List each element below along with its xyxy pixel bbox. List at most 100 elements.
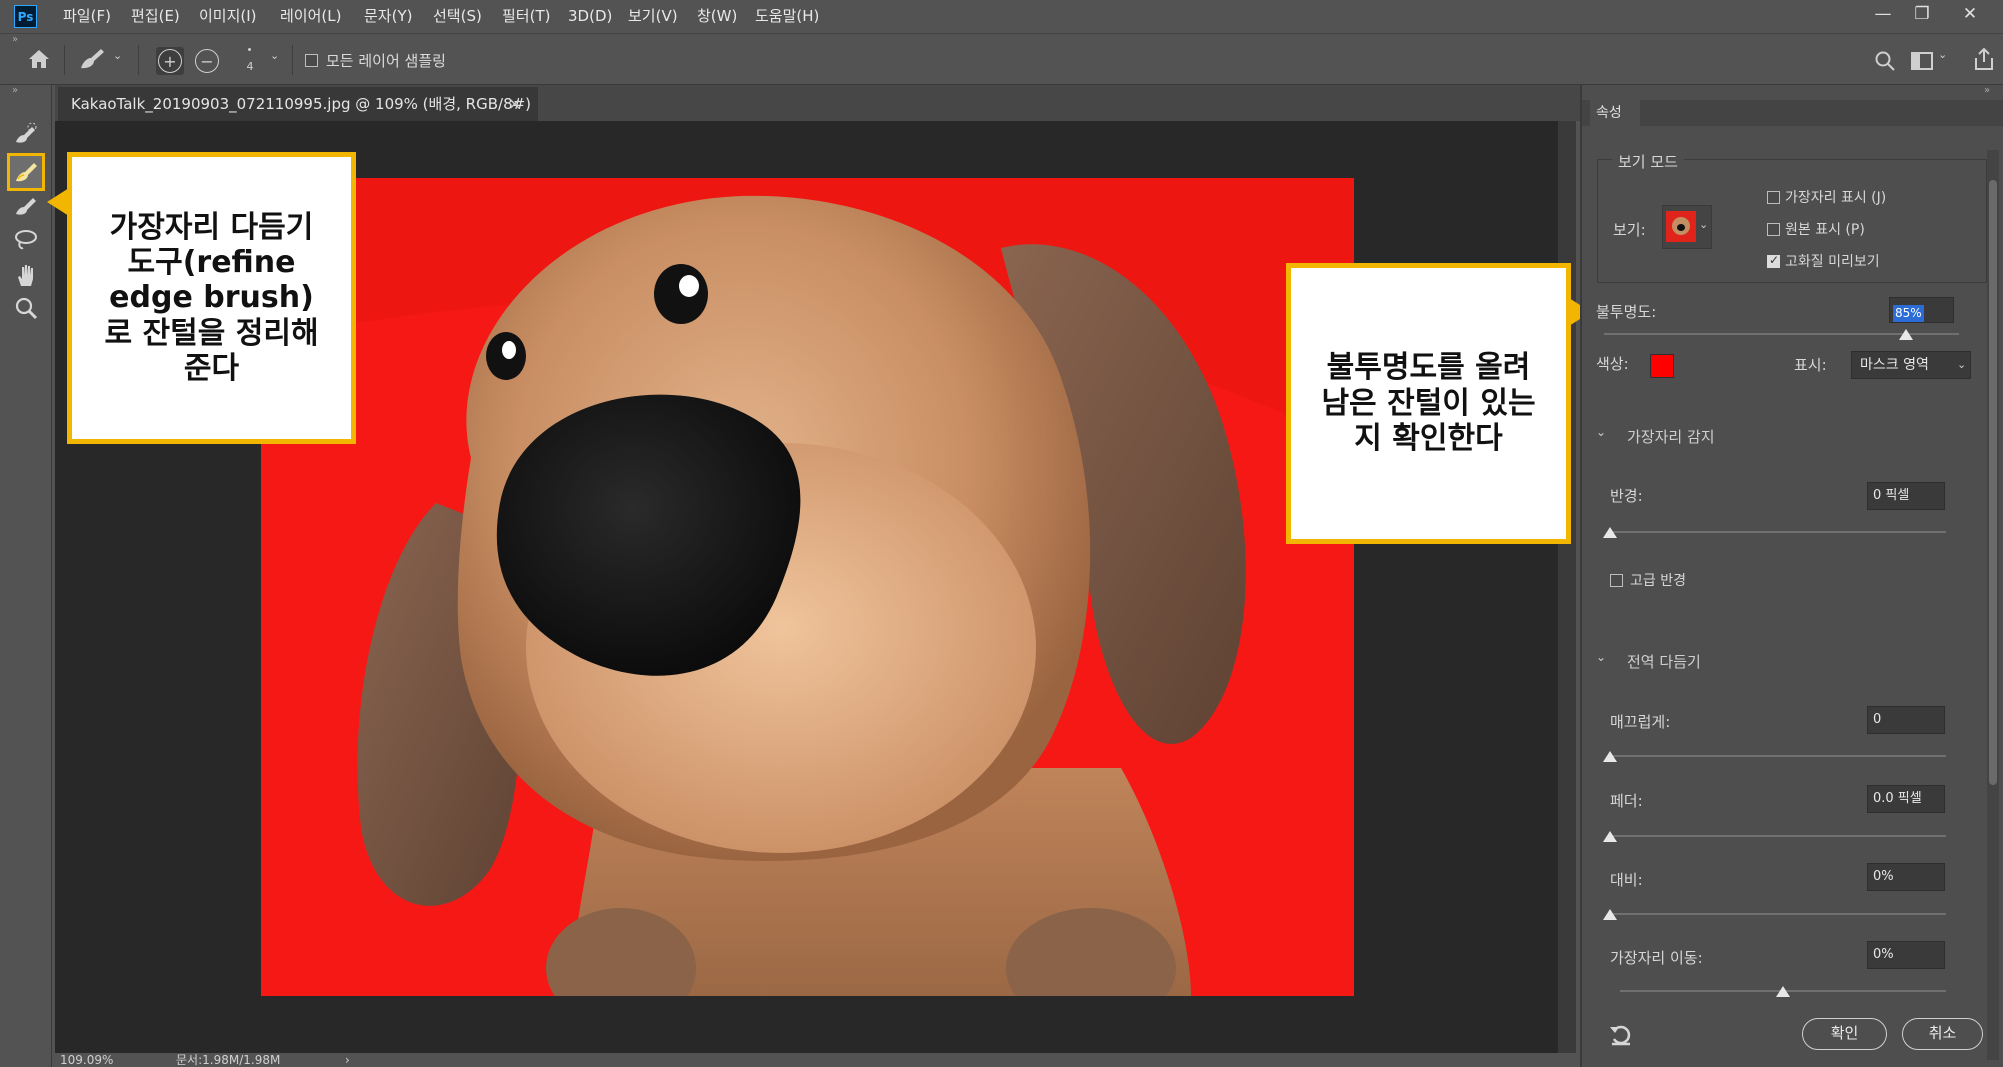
color-swatch[interactable]: [1650, 354, 1674, 378]
close-tab-icon[interactable]: ×: [508, 87, 521, 121]
canvas-vertical-scrollbar[interactable]: [1558, 121, 1576, 1053]
callout-refine-edge: 가장자리 다듬기 도구(refine edge brush) 로 잔털을 정리해…: [67, 152, 356, 444]
status-menu-arrow[interactable]: ›: [345, 1053, 350, 1067]
separator: [138, 45, 139, 75]
chevron-down-icon[interactable]: ⌄: [1596, 650, 1606, 664]
minus-circle-icon[interactable]: −: [195, 49, 219, 73]
chevron-down-icon: ⌄: [1699, 218, 1709, 231]
menu-view[interactable]: 보기(V): [628, 0, 678, 33]
tab-properties[interactable]: 속성: [1590, 100, 1640, 126]
panel-tab-strip: [1582, 100, 2003, 126]
smooth-slider-track[interactable]: [1610, 755, 1946, 757]
zoom-tool-icon[interactable]: [9, 295, 43, 325]
chevron-down-icon[interactable]: ⌄: [270, 49, 279, 62]
lasso-tool-icon[interactable]: [9, 227, 43, 257]
close-window-button[interactable]: ✕: [1950, 0, 1990, 30]
brush-dot-icon: [248, 48, 251, 51]
search-icon[interactable]: [1874, 50, 1896, 72]
document-tab[interactable]: KakaoTalk_20190903_072110995.jpg @ 109% …: [58, 87, 538, 121]
share-icon[interactable]: [1973, 47, 1995, 71]
expand-mode-button[interactable]: +: [156, 47, 184, 75]
menu-edit[interactable]: 편집(E): [131, 0, 180, 33]
shift-edge-slider-thumb[interactable]: [1776, 986, 1790, 997]
quick-selection-tool-icon[interactable]: [9, 122, 43, 152]
brush-size-value: 4: [246, 60, 254, 73]
opacity-slider-thumb[interactable]: [1898, 329, 1913, 340]
menu-help[interactable]: 도움말(H): [755, 0, 819, 33]
smart-radius-checkbox[interactable]: [1610, 574, 1623, 587]
collapse-panel-icon[interactable]: »: [1984, 85, 1990, 96]
radius-slider-thumb[interactable]: [1603, 527, 1617, 538]
reset-icon[interactable]: [1608, 1022, 1634, 1048]
callout-opacity-text: 불투명도를 올려 남은 잔털이 있는 지 확인한다: [1321, 350, 1536, 457]
tools-panel: »: [0, 85, 52, 1067]
opacity-value: 85%: [1893, 305, 1924, 322]
restore-button[interactable]: ❐: [1902, 0, 1942, 30]
radius-slider-track[interactable]: [1610, 531, 1946, 533]
color-label: 색상:: [1596, 355, 1629, 373]
plush-dog-photo: [261, 178, 1354, 996]
radius-field[interactable]: 0 픽셀: [1867, 482, 1945, 510]
global-refine-header[interactable]: 전역 다듬기: [1627, 651, 1701, 672]
chevron-down-icon[interactable]: ⌄: [1938, 48, 1947, 61]
feather-slider-track[interactable]: [1610, 835, 1946, 837]
brush-size-indicator[interactable]: 4: [243, 46, 257, 76]
home-icon[interactable]: [27, 48, 51, 70]
menu-3d[interactable]: 3D(D): [568, 0, 612, 33]
callout-opacity: 불투명도를 올려 남은 잔털이 있는 지 확인한다: [1286, 263, 1571, 544]
opacity-field[interactable]: 85%: [1889, 297, 1954, 323]
feather-slider-thumb[interactable]: [1603, 831, 1617, 842]
high-quality-preview-checkbox[interactable]: [1767, 253, 1780, 268]
document-tab-title: KakaoTalk_20190903_072110995.jpg @ 109% …: [71, 95, 532, 113]
contrast-label: 대비:: [1610, 871, 1643, 889]
display-label: 표시:: [1794, 356, 1827, 374]
ok-button[interactable]: 확인: [1802, 1018, 1887, 1050]
view-label: 보기:: [1613, 221, 1646, 239]
photoshop-logo: Ps: [14, 5, 37, 28]
display-dropdown[interactable]: 마스크 영역 ⌄: [1851, 351, 1971, 379]
show-edge-label: 가장자리 표시 (J): [1785, 190, 1887, 206]
show-original-checkbox[interactable]: [1767, 223, 1780, 236]
view-mode-dropdown[interactable]: ⌄: [1662, 205, 1712, 249]
show-edge-checkbox[interactable]: [1767, 191, 1780, 204]
smooth-slider-thumb[interactable]: [1603, 751, 1617, 762]
show-original-label: 원본 표시 (P): [1785, 222, 1865, 238]
cancel-button[interactable]: 취소: [1902, 1018, 1983, 1050]
contrast-slider-thumb[interactable]: [1603, 909, 1617, 920]
shift-edge-field[interactable]: 0%: [1867, 941, 1945, 969]
document-image[interactable]: [261, 178, 1354, 996]
properties-panel: » 속성 보기 모드 보기: ⌄ 가장자리 표시 (J) 원본 표시 (P) 고…: [1580, 85, 2003, 1067]
shift-edge-label: 가장자리 이동:: [1610, 949, 1703, 967]
menu-image[interactable]: 이미지(I): [199, 0, 257, 33]
brush-tool-icon[interactable]: [9, 193, 43, 223]
high-quality-preview-label: 고화질 미리보기: [1785, 254, 1880, 270]
feather-field[interactable]: 0.0 픽셀: [1867, 785, 1945, 813]
menu-filter[interactable]: 필터(T): [502, 0, 550, 33]
dog-thumbnail-nose: [1677, 224, 1685, 231]
refine-edge-brush-tool-icon[interactable]: [7, 153, 45, 191]
menu-select[interactable]: 선택(S): [433, 0, 482, 33]
plus-circle-icon: +: [158, 49, 182, 73]
menu-type[interactable]: 문자(Y): [364, 0, 412, 33]
refine-edge-brush-preset-icon[interactable]: [77, 46, 107, 72]
workspace-icon[interactable]: [1911, 51, 1933, 71]
smooth-field[interactable]: 0: [1867, 706, 1945, 734]
radius-label: 반경:: [1610, 487, 1643, 505]
sample-all-layers-checkbox[interactable]: [305, 54, 318, 67]
collapse-toolbar-icon[interactable]: »: [12, 85, 18, 96]
zoom-level[interactable]: 109.09%: [60, 1053, 113, 1067]
contrast-slider-track[interactable]: [1610, 913, 1946, 915]
contrast-field[interactable]: 0%: [1867, 863, 1945, 891]
menu-file[interactable]: 파일(F): [63, 0, 111, 33]
hand-tool-icon[interactable]: [9, 262, 43, 292]
edge-detection-header[interactable]: 가장자리 감지: [1627, 426, 1715, 447]
minimize-button[interactable]: —: [1863, 0, 1903, 30]
chevron-down-icon[interactable]: ⌄: [1596, 425, 1606, 439]
properties-scrollbar-thumb[interactable]: [1989, 180, 1997, 785]
status-bar: 109.09% 문서:1.98M/1.98M ›: [55, 1053, 1580, 1067]
properties-scrollbar[interactable]: [1987, 150, 1999, 1060]
chevron-down-icon[interactable]: ⌄: [113, 49, 122, 62]
menu-layer[interactable]: 레이어(L): [280, 0, 341, 33]
menu-window[interactable]: 창(W): [697, 0, 737, 33]
smooth-label: 매끄럽게:: [1610, 713, 1671, 731]
